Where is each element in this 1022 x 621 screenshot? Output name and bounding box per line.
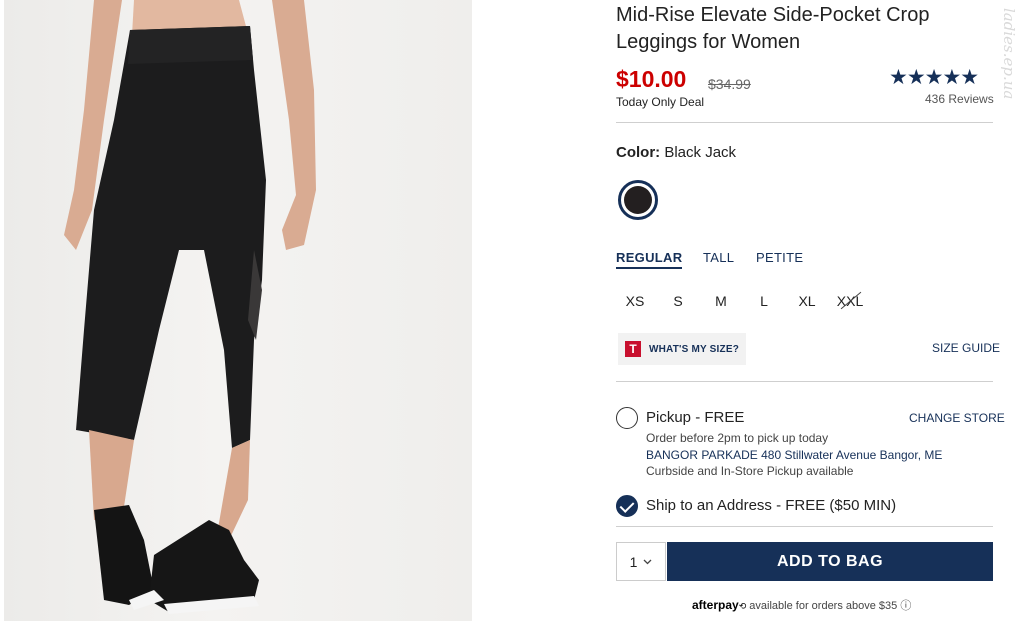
quantity-value: 1 xyxy=(629,553,638,570)
original-price: $34.99 xyxy=(708,76,751,92)
ship-radio[interactable] xyxy=(616,495,638,517)
size-guide-link[interactable]: SIZE GUIDE xyxy=(932,341,1000,355)
ship-label: Ship to an Address - FREE ($50 MIN) xyxy=(646,497,897,514)
size-s[interactable]: S xyxy=(661,293,695,309)
whats-my-size-button[interactable]: T WHAT'S MY SIZE? xyxy=(618,333,746,365)
quantity-select[interactable]: 1 xyxy=(616,542,666,581)
divider xyxy=(616,526,993,527)
divider xyxy=(616,122,993,123)
product-image[interactable] xyxy=(4,0,472,621)
rating-stars[interactable]: ★★★★★ xyxy=(889,65,979,90)
size-m[interactable]: M xyxy=(704,293,738,309)
size-l[interactable]: L xyxy=(747,293,781,309)
add-to-bag-button[interactable]: ADD TO BAG xyxy=(667,542,993,581)
watermark: ladies.ep.ua xyxy=(1000,8,1018,100)
store-address-link[interactable]: BANGOR PARKADE 480 Stillwater Avenue Ban… xyxy=(646,448,942,462)
size-xxl[interactable]: XXL xyxy=(833,293,867,309)
color-selection: Color: Black Jack xyxy=(616,144,736,161)
whats-my-size-label: WHAT'S MY SIZE? xyxy=(649,343,740,355)
true-fit-icon: T xyxy=(625,341,641,357)
pickup-label: Pickup - FREE xyxy=(646,409,745,426)
size-xl[interactable]: XL xyxy=(790,293,824,309)
reviews-link[interactable]: 436 Reviews xyxy=(925,92,994,106)
deal-label: Today Only Deal xyxy=(616,95,705,109)
info-icon[interactable]: ⓘ xyxy=(900,600,911,612)
afterpay-info: afterpay⟲ available for orders above $35… xyxy=(692,597,911,613)
pickup-availability: Curbside and In-Store Pickup available xyxy=(646,464,854,478)
tab-petite[interactable]: PETITE xyxy=(756,250,803,265)
tab-regular[interactable]: REGULAR xyxy=(616,250,683,269)
afterpay-text: available for orders above $35 xyxy=(749,600,898,612)
size-xs[interactable]: XS xyxy=(618,293,652,309)
afterpay-logo: afterpay xyxy=(692,598,739,612)
color-swatch-black-jack[interactable] xyxy=(618,180,658,220)
change-store-link[interactable]: CHANGE STORE xyxy=(909,411,1005,425)
afterpay-logo-icon: ⟲ xyxy=(738,601,747,611)
sale-price: $10.00 xyxy=(616,66,687,92)
divider xyxy=(616,381,993,382)
chevron-down-icon xyxy=(643,559,652,564)
tab-tall[interactable]: TALL xyxy=(703,250,734,265)
color-label: Color: xyxy=(616,144,661,161)
color-value: Black Jack xyxy=(664,144,737,161)
pickup-order-note: Order before 2pm to pick up today xyxy=(646,431,829,445)
pickup-radio[interactable] xyxy=(616,407,638,429)
product-title: Mid-Rise Elevate Side-Pocket Crop Leggin… xyxy=(616,4,930,53)
